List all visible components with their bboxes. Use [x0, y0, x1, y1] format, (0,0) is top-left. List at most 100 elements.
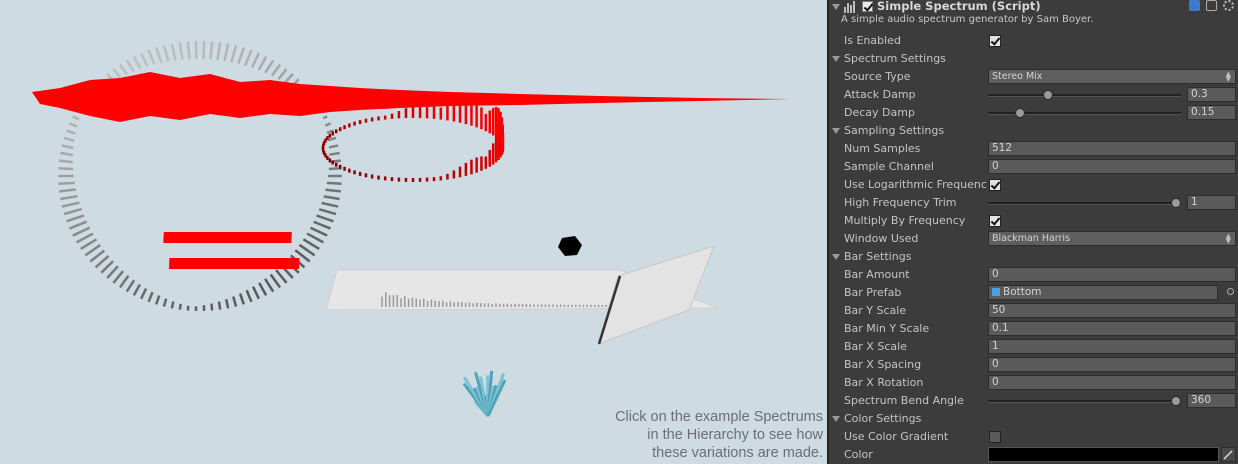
ring-bar	[269, 273, 282, 289]
scene-hint: Click on the example Spectrums in the Hi…	[523, 408, 823, 462]
bar-x-spacing-field[interactable]: 0	[988, 357, 1236, 372]
bar-prefab-object-field[interactable]: Bottom	[988, 285, 1218, 300]
is-enabled-checkbox[interactable]	[989, 35, 1001, 47]
decay-damp-field[interactable]: 0.15	[1187, 105, 1236, 120]
section-sampling-settings[interactable]: Sampling Settings	[829, 122, 1238, 140]
foldout-arrow-icon[interactable]	[832, 4, 840, 10]
high-freq-trim-slider-track[interactable]	[988, 202, 1181, 205]
ring-bar	[270, 63, 282, 77]
source-type-dropdown[interactable]: Stereo Mix ▲ ▼	[988, 69, 1236, 84]
decay-damp-slider-thumb[interactable]	[1015, 108, 1026, 118]
bar-y-scale-field[interactable]: 50	[988, 303, 1236, 318]
ring-bar	[257, 55, 268, 71]
ring-bar	[61, 144, 74, 150]
ring-bar	[112, 68, 122, 79]
bend-angle-slider-track[interactable]	[988, 400, 1181, 403]
ring-bar	[75, 232, 94, 244]
ring-bar	[224, 298, 230, 309]
attack-damp-slider-thumb[interactable]	[1042, 90, 1053, 100]
attack-damp-slider-track[interactable]	[988, 94, 1181, 97]
dropdown-arrows-icon: ▲ ▼	[1225, 70, 1231, 83]
attack-damp-field[interactable]: 0.3	[1187, 87, 1236, 102]
use-log-freq-checkbox[interactable]	[989, 179, 1001, 191]
row-multiply-by-freq: Multiply By Frequency	[829, 212, 1238, 230]
book-help-icon[interactable]	[1189, 0, 1200, 11]
row-bar-y-scale: Bar Y Scale 50	[829, 302, 1238, 320]
ring-bar	[245, 289, 253, 303]
bar-min-y-scale-field[interactable]: 0.1	[988, 321, 1236, 336]
row-bar-min-y-scale: Bar Min Y Scale 0.1	[829, 320, 1238, 338]
section-color-settings[interactable]: Color Settings	[829, 410, 1238, 428]
label-bar-x-rotation: Bar X Rotation	[844, 376, 924, 389]
object-picker-icon[interactable]	[1227, 288, 1234, 295]
color-swatch-field[interactable]	[988, 447, 1219, 462]
high-freq-trim-field[interactable]: 1	[1187, 195, 1236, 210]
scene-hint-line: these variations are made.	[652, 445, 823, 461]
bar-x-rotation-field[interactable]: 0	[988, 375, 1236, 390]
ring-bar	[264, 59, 275, 74]
row-bar-x-spacing: Bar X Spacing 0	[829, 356, 1238, 374]
scene-canvas[interactable]	[0, 0, 827, 464]
ring-bar	[232, 296, 238, 307]
label-is-enabled: Is Enabled	[844, 34, 901, 47]
num-samples-field[interactable]: 512	[988, 141, 1236, 156]
eyedropper-icon[interactable]	[1221, 447, 1236, 462]
ring-bar	[321, 201, 339, 208]
foldout-arrow-icon[interactable]	[832, 56, 840, 62]
ring-bar	[63, 207, 82, 216]
ring-bar	[326, 181, 342, 185]
ring-bar	[322, 115, 328, 120]
label-bar-prefab: Bar Prefab	[844, 286, 902, 299]
preset-icon[interactable]	[1206, 0, 1217, 11]
ring-bar	[162, 298, 168, 307]
red-bar-bottom	[168, 258, 300, 269]
ring-bar	[162, 45, 170, 62]
high-freq-trim-slider-thumb[interactable]	[1171, 198, 1181, 208]
foldout-arrow-icon[interactable]	[832, 254, 840, 260]
row-bar-x-rotation: Bar X Rotation 0	[829, 374, 1238, 392]
component-enabled-checkbox[interactable]	[862, 1, 873, 12]
ring-bar	[250, 52, 261, 69]
ring-bar	[132, 283, 142, 297]
section-spectrum-settings[interactable]: Spectrum Settings	[829, 50, 1238, 68]
ring-bar	[309, 226, 328, 237]
red-wave-spectrum	[32, 72, 790, 122]
ring-bar	[327, 136, 337, 142]
row-sample-channel: Sample Channel 0	[829, 158, 1238, 176]
crystal-spectrum	[462, 370, 507, 417]
gear-icon[interactable]	[1223, 0, 1234, 11]
ring-bar	[324, 122, 332, 127]
ring-bar	[186, 41, 191, 60]
label-use-log-freq: Use Logarithmic Frequency	[844, 178, 987, 191]
multiply-by-freq-checkbox[interactable]	[989, 215, 1001, 227]
bend-angle-field[interactable]: 360	[1187, 393, 1236, 408]
ring-bar	[223, 43, 230, 62]
component-header[interactable]: Simple Spectrum (Script)	[829, 0, 1238, 14]
use-color-gradient-checkbox[interactable]	[989, 431, 1001, 443]
ring-bar	[89, 249, 106, 263]
row-color: Color	[829, 446, 1238, 464]
label-sampling-settings: Sampling Settings	[844, 124, 945, 137]
bar-amount-field[interactable]: 0	[988, 267, 1236, 282]
scene-view[interactable]: Click on the example Spectrums in the Hi…	[0, 0, 827, 464]
sample-channel-field[interactable]: 0	[988, 159, 1236, 174]
red-bar-top	[163, 232, 292, 243]
label-bar-x-scale: Bar X Scale	[844, 340, 907, 353]
bend-angle-slider-thumb[interactable]	[1171, 396, 1181, 406]
foldout-arrow-icon[interactable]	[832, 128, 840, 134]
ring-bar	[147, 49, 156, 65]
label-bar-amount: Bar Amount	[844, 268, 910, 281]
component-title: Simple Spectrum (Script)	[877, 0, 1041, 13]
ring-bar	[118, 275, 130, 289]
section-bar-settings[interactable]: Bar Settings	[829, 248, 1238, 266]
ring-bar	[209, 41, 214, 60]
ring-bar	[66, 214, 85, 223]
ring-bar	[112, 270, 125, 284]
window-used-dropdown[interactable]: Blackman Harris ▲ ▼	[988, 231, 1236, 246]
bar-x-scale-field[interactable]: 1	[988, 339, 1236, 354]
row-use-color-gradient: Use Color Gradient	[829, 428, 1238, 446]
row-high-freq-trim: High Frequency Trim 1	[829, 194, 1238, 212]
ring-bar	[316, 214, 334, 223]
scene-hint-line: Click on the example Spectrums	[615, 409, 823, 425]
foldout-arrow-icon[interactable]	[832, 416, 840, 422]
